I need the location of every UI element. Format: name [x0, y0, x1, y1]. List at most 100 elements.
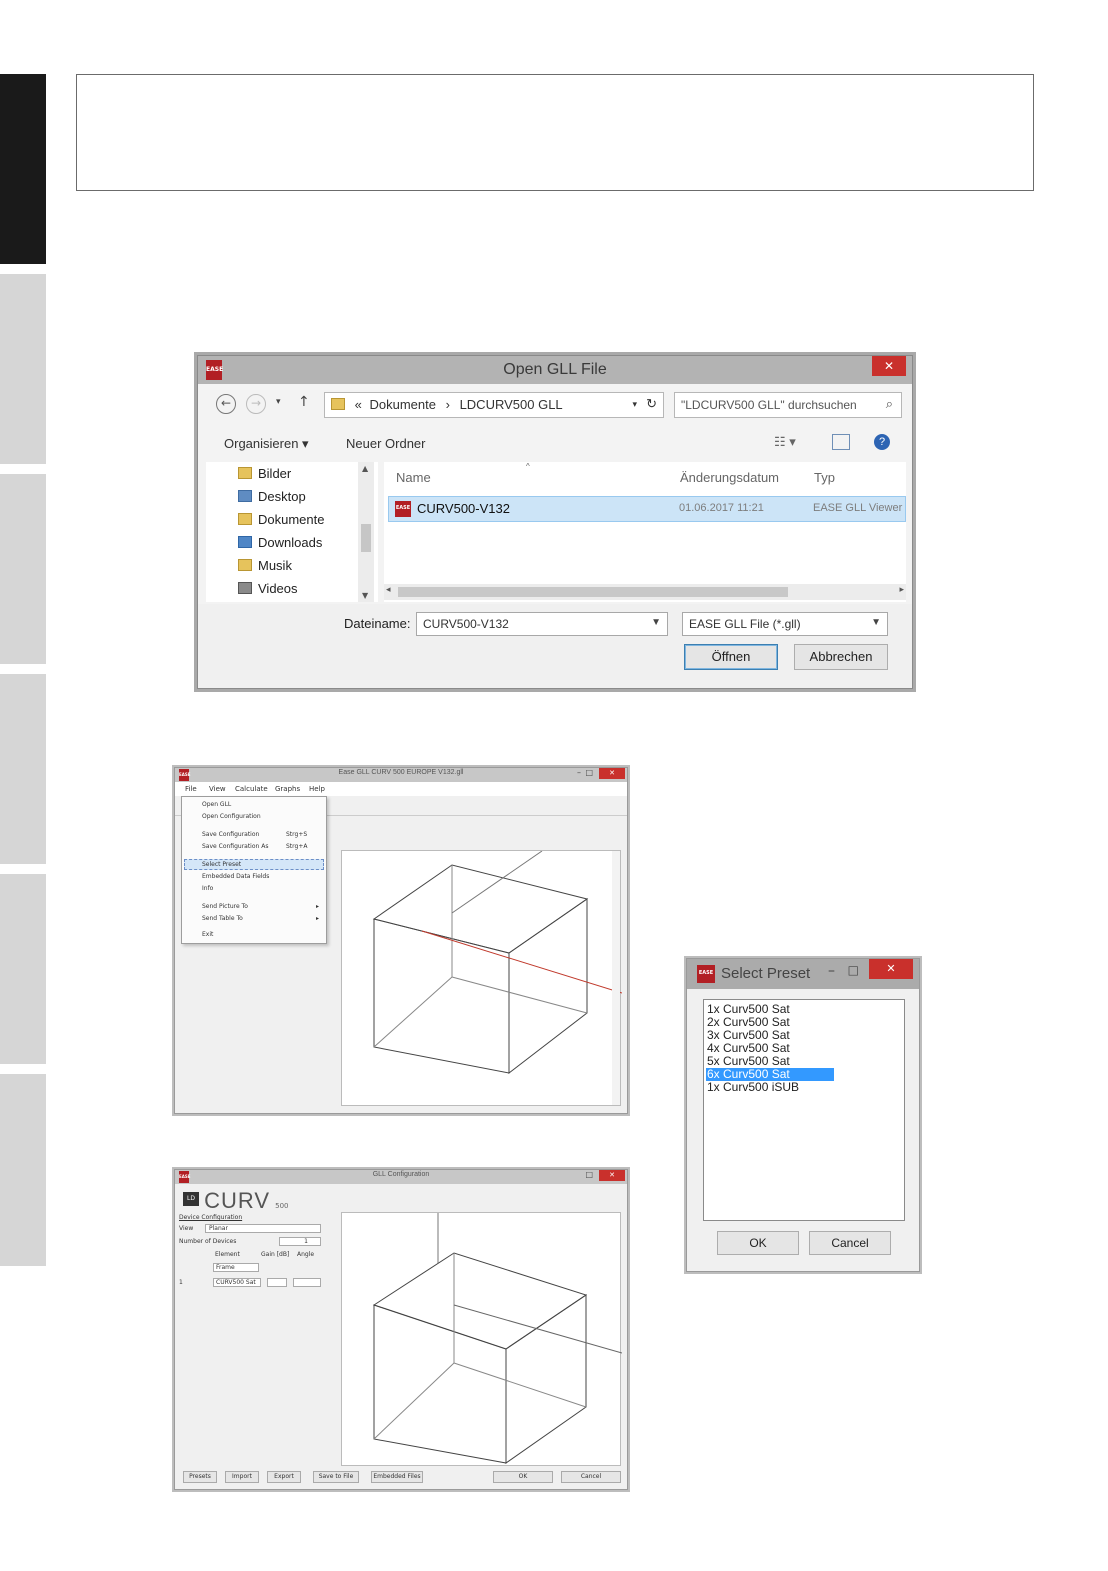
up-icon[interactable]: ↑ [298, 394, 310, 410]
menu-item-send-table[interactable]: Send Table To [202, 915, 243, 922]
filetype-value: EASE GLL File (*.gll) [689, 617, 801, 631]
search-input[interactable]: "LDCURV500 GLL" durchsuchen ⌕ [674, 392, 902, 418]
column-header-date[interactable]: Änderungsdatum [680, 470, 779, 485]
column-label-gain: Gain [dB] [261, 1251, 290, 1258]
documents-icon [238, 513, 252, 525]
forward-icon[interactable]: → [246, 394, 266, 414]
preview-pane-icon[interactable] [832, 434, 850, 450]
ok-button[interactable]: OK [717, 1231, 799, 1255]
help-icon[interactable]: ? [874, 434, 890, 450]
wireframe-box [372, 1213, 623, 1464]
new-folder-button[interactable]: Neuer Ordner [346, 436, 425, 451]
menu-item-info[interactable]: Info [202, 885, 213, 892]
maximize-icon[interactable]: □ [585, 768, 593, 777]
column-header-name[interactable]: Name [396, 470, 431, 485]
3d-viewport[interactable] [341, 850, 623, 1106]
presets-button[interactable]: Presets [183, 1471, 217, 1483]
breadcrumb-dokumente[interactable]: Dokumente [369, 397, 435, 412]
view-options-icon[interactable]: ☷ ▾ [774, 434, 796, 450]
nav-item-musik[interactable]: Musik [238, 558, 292, 573]
open-button[interactable]: Öffnen [684, 644, 778, 670]
menu-item-select-preset[interactable]: Select Preset [202, 861, 241, 868]
nav-item-downloads[interactable]: Downloads [238, 535, 322, 550]
menu-item-embedded-data-fields[interactable]: Embedded Data Fields [202, 873, 269, 880]
menu-item-send-picture[interactable]: Send Picture To [202, 903, 248, 910]
minimize-icon[interactable]: – [828, 963, 835, 979]
nav-item-dokumente[interactable]: Dokumente [238, 512, 324, 527]
maximize-icon[interactable]: □ [585, 1170, 593, 1179]
menu-item-save-configuration[interactable]: Save Configuration [202, 831, 259, 838]
filetype-select[interactable]: EASE GLL File (*.gll) ▼ [682, 612, 888, 636]
save-to-file-button[interactable]: Save to File [313, 1471, 359, 1483]
chapter-tab-active [0, 74, 46, 264]
menu-view[interactable]: View [209, 785, 226, 793]
menu-bar: File View Calculate Graphs Help [175, 782, 627, 796]
nav-item-desktop[interactable]: Desktop [238, 489, 306, 504]
filename-label: Dateiname: [344, 616, 411, 631]
cancel-button[interactable]: Cancel [809, 1231, 891, 1255]
config-button-bar: Presets Import Export Save to File Embed… [175, 1471, 627, 1483]
menu-item-exit[interactable]: Exit [202, 931, 213, 938]
chevron-down-icon[interactable]: ▼ [651, 617, 661, 628]
angle-field[interactable] [293, 1278, 321, 1287]
cancel-button[interactable]: Cancel [561, 1471, 621, 1483]
vertical-scrollbar[interactable] [612, 851, 620, 1105]
menu-help[interactable]: Help [309, 785, 325, 793]
embedded-files-button[interactable]: Embedded Files [371, 1471, 423, 1483]
menu-graphs[interactable]: Graphs [275, 785, 300, 793]
file-list: Name ^ Änderungsdatum Typ EASE CURV500-V… [384, 462, 906, 602]
minimize-icon[interactable]: – [577, 768, 581, 777]
menu-file[interactable]: File [185, 785, 197, 793]
column-header-type[interactable]: Typ [814, 470, 835, 485]
scroll-left-icon[interactable]: ◂ [386, 585, 391, 595]
close-button[interactable]: ✕ [599, 768, 625, 779]
file-type: EASE GLL Viewer [813, 502, 903, 514]
search-placeholder: "LDCURV500 GLL" durchsuchen [681, 398, 857, 412]
menu-item-open-gll[interactable]: Open GLL [202, 801, 231, 808]
menu-item-save-configuration-as[interactable]: Save Configuration As [202, 843, 268, 850]
preset-item[interactable]: 1x Curv500 iSUB [706, 1081, 799, 1094]
import-button[interactable]: Import [225, 1471, 259, 1483]
breadcrumb-folder[interactable]: LDCURV500 GLL [460, 397, 563, 412]
scroll-thumb[interactable] [398, 587, 788, 597]
scroll-right-icon[interactable]: ▸ [899, 585, 904, 595]
address-row: ← → ▾ ↑ « Dokumente › LDCURV500 GLL ▾ ↻ … [206, 392, 904, 418]
chevron-down-icon[interactable]: ▼ [871, 617, 881, 628]
address-bar[interactable]: « Dokumente › LDCURV500 GLL ▾ ↻ [324, 392, 664, 418]
organize-button[interactable]: Organisieren ▾ [224, 436, 309, 452]
horizontal-scrollbar[interactable]: ◂ ▸ [384, 584, 906, 600]
nav-item-bilder[interactable]: Bilder [238, 466, 291, 481]
element-field[interactable]: Frame [213, 1263, 259, 1272]
row-device-select[interactable]: CURV500 Sat [213, 1278, 261, 1287]
refresh-icon[interactable]: ↻ [646, 396, 657, 412]
scroll-down-icon[interactable]: ▼ [362, 591, 368, 600]
nav-scrollbar[interactable]: ▲ ▼ [358, 462, 374, 602]
preset-list[interactable]: 1x Curv500 Sat 2x Curv500 Sat 3x Curv500… [703, 999, 905, 1221]
export-button[interactable]: Export [267, 1471, 301, 1483]
filename-input[interactable]: CURV500-V132 ▼ [416, 612, 668, 636]
close-button[interactable]: ✕ [599, 1170, 625, 1181]
column-label-angle: Angle [297, 1251, 315, 1258]
file-name: CURV500-V132 [417, 501, 510, 516]
close-button[interactable]: ✕ [869, 959, 913, 979]
nav-item-videos[interactable]: Videos [238, 581, 298, 596]
cancel-button[interactable]: Abbrechen [794, 644, 888, 670]
devices-stepper[interactable]: 1 [279, 1237, 321, 1246]
submenu-arrow-icon: ▸ [316, 903, 320, 910]
gain-field[interactable] [267, 1278, 287, 1287]
recent-dropdown-icon[interactable]: ▾ [276, 397, 281, 407]
maximize-icon[interactable]: □ [848, 963, 859, 977]
file-row[interactable]: EASE CURV500-V132 01.06.2017 11:21 EASE … [388, 496, 906, 522]
view-select[interactable]: Planar [205, 1224, 321, 1233]
scroll-up-icon[interactable]: ▲ [362, 464, 368, 473]
chevron-down-icon[interactable]: ▾ [632, 399, 637, 410]
3d-viewport[interactable] [341, 1212, 623, 1466]
scroll-thumb[interactable] [361, 524, 371, 552]
menu-item-open-configuration[interactable]: Open Configuration [202, 813, 261, 820]
close-button[interactable]: ✕ [872, 356, 906, 376]
menu-calculate[interactable]: Calculate [235, 785, 268, 793]
ok-button[interactable]: OK [493, 1471, 553, 1483]
curv-logo: LD CURV 500 [183, 1188, 289, 1213]
nav-label: Videos [258, 581, 298, 596]
back-icon[interactable]: ← [216, 394, 236, 414]
